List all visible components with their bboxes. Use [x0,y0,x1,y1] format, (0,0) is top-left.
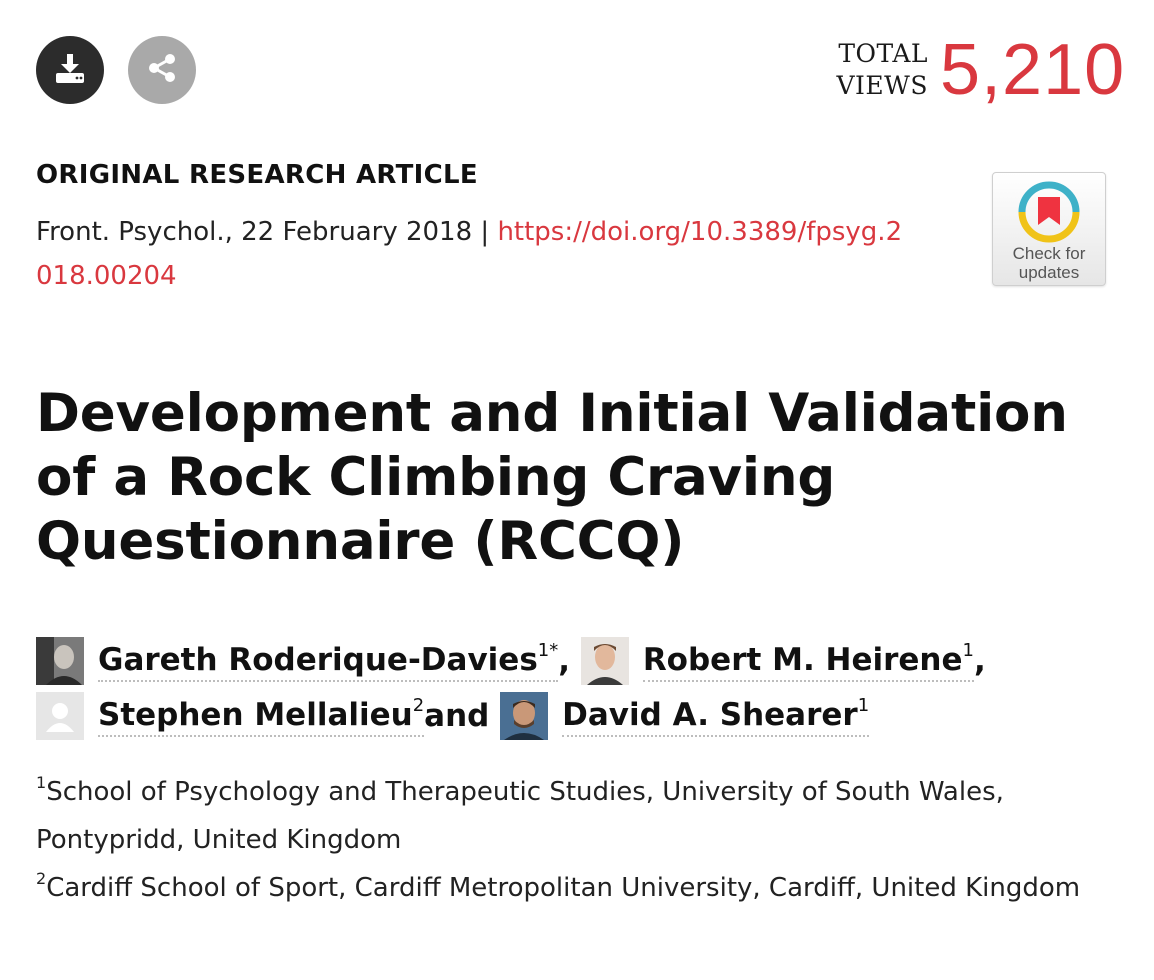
author-name[interactable]: David A. Shearer1 [562,695,870,737]
download-icon [53,51,87,89]
author-2: Robert M. Heirene1, [580,634,986,688]
author-list: Gareth Roderique-Davies1*, Robert M. Hei… [36,632,1116,743]
citation: Front. Psychol., 22 February 2018 | http… [36,210,916,298]
check-updates-line1: Check for [1012,244,1086,263]
author-1: Gareth Roderique-Davies1*, [36,634,570,688]
article-type: ORIGINAL RESEARCH ARTICLE [36,160,478,190]
author-name[interactable]: Gareth Roderique-Davies1* [98,640,559,682]
article-title: Development and Initial Validation of a … [36,383,1068,572]
share-icon [145,51,179,89]
affiliations: 1School of Psychology and Therapeutic St… [36,768,1096,912]
affiliation-2: 2Cardiff School of Sport, Cardiff Metrop… [36,869,1081,904]
author-name[interactable]: Stephen Mellalieu2 [98,695,425,737]
views-label-line1: TOTAL [838,39,928,68]
author-4: David A. Shearer1 [500,692,870,740]
affiliation-1: 1School of Psychology and Therapeutic St… [36,773,1004,856]
total-views-count: 5,210 [940,30,1126,110]
author-3: Stephen Mellalieu2 and [36,689,489,743]
author-photo[interactable] [580,636,629,685]
check-for-updates-button[interactable]: Check for updates [992,172,1106,286]
check-updates-line2: updates [1018,263,1080,282]
share-button[interactable] [128,36,196,104]
author-photo[interactable] [500,692,549,740]
author-placeholder-avatar[interactable] [36,692,84,740]
author-photo[interactable] [36,636,84,685]
download-button[interactable] [36,36,104,104]
citation-prefix: Front. Psychol., 22 February 2018 | [36,217,498,247]
views-label-line2: VIEWS [836,71,928,100]
crossmark-icon [993,181,1105,243]
article-header: TOTAL VIEWS 5,210 ORIGINAL RESEARCH ARTI… [0,0,1154,980]
author-name[interactable]: Robert M. Heirene1 [642,640,974,682]
total-views-label: TOTAL VIEWS [836,38,928,102]
